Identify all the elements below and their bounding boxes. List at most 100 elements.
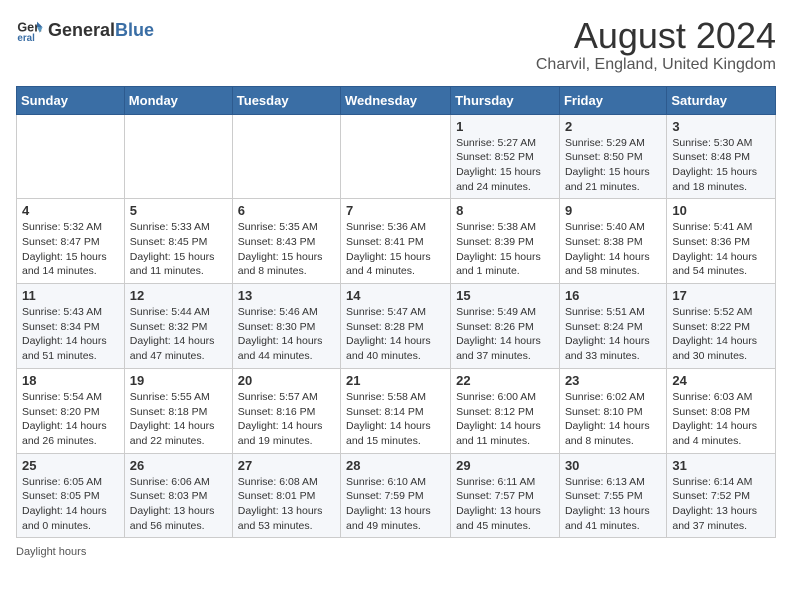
calendar-cell: 12 Sunrise: 5:44 AM Sunset: 8:32 PM Dayli… [124, 284, 232, 369]
day-number: 5 [130, 203, 227, 218]
day-number: 29 [456, 458, 554, 473]
day-number: 20 [238, 373, 335, 388]
day-info: Sunrise: 5:54 AM Sunset: 8:20 PM Dayligh… [22, 390, 119, 449]
day-info: Sunrise: 5:29 AM Sunset: 8:50 PM Dayligh… [565, 136, 661, 195]
day-info: Sunrise: 5:38 AM Sunset: 8:39 PM Dayligh… [456, 220, 554, 279]
day-info: Sunrise: 5:58 AM Sunset: 8:14 PM Dayligh… [346, 390, 445, 449]
day-number: 24 [672, 373, 770, 388]
day-info: Sunrise: 6:13 AM Sunset: 7:55 PM Dayligh… [565, 475, 661, 534]
day-info: Sunrise: 5:51 AM Sunset: 8:24 PM Dayligh… [565, 305, 661, 364]
day-number: 7 [346, 203, 445, 218]
title-area: August 2024 Charvil, England, United Kin… [536, 16, 776, 74]
weekday-header-monday: Monday [124, 86, 232, 114]
weekday-header-tuesday: Tuesday [232, 86, 340, 114]
calendar-cell: 10 Sunrise: 5:41 AM Sunset: 8:36 PM Dayli… [667, 199, 776, 284]
day-number: 4 [22, 203, 119, 218]
day-number: 31 [672, 458, 770, 473]
day-number: 22 [456, 373, 554, 388]
day-info: Sunrise: 6:05 AM Sunset: 8:05 PM Dayligh… [22, 475, 119, 534]
day-info: Sunrise: 5:36 AM Sunset: 8:41 PM Dayligh… [346, 220, 445, 279]
day-number: 9 [565, 203, 661, 218]
calendar-cell: 15 Sunrise: 5:49 AM Sunset: 8:26 PM Dayli… [451, 284, 560, 369]
day-number: 25 [22, 458, 119, 473]
day-info: Sunrise: 6:11 AM Sunset: 7:57 PM Dayligh… [456, 475, 554, 534]
calendar-cell [124, 114, 232, 199]
day-info: Sunrise: 6:03 AM Sunset: 8:08 PM Dayligh… [672, 390, 770, 449]
day-number: 12 [130, 288, 227, 303]
day-info: Sunrise: 6:06 AM Sunset: 8:03 PM Dayligh… [130, 475, 227, 534]
calendar-cell: 3 Sunrise: 5:30 AM Sunset: 8:48 PM Daylig… [667, 114, 776, 199]
day-info: Sunrise: 6:00 AM Sunset: 8:12 PM Dayligh… [456, 390, 554, 449]
day-number: 10 [672, 203, 770, 218]
day-number: 1 [456, 119, 554, 134]
day-number: 8 [456, 203, 554, 218]
day-number: 21 [346, 373, 445, 388]
day-number: 19 [130, 373, 227, 388]
day-info: Sunrise: 6:08 AM Sunset: 8:01 PM Dayligh… [238, 475, 335, 534]
day-number: 17 [672, 288, 770, 303]
day-number: 16 [565, 288, 661, 303]
day-number: 26 [130, 458, 227, 473]
calendar-cell [341, 114, 451, 199]
day-number: 2 [565, 119, 661, 134]
calendar-cell: 27 Sunrise: 6:08 AM Sunset: 8:01 PM Dayli… [232, 453, 340, 538]
weekday-header-saturday: Saturday [667, 86, 776, 114]
calendar-cell: 25 Sunrise: 6:05 AM Sunset: 8:05 PM Dayli… [17, 453, 125, 538]
calendar-cell: 7 Sunrise: 5:36 AM Sunset: 8:41 PM Daylig… [341, 199, 451, 284]
calendar-cell: 19Sunrise: 5:55 AM Sunset: 8:18 PM Dayli… [124, 368, 232, 453]
day-info: Sunrise: 6:10 AM Sunset: 7:59 PM Dayligh… [346, 475, 445, 534]
logo-icon: Gen eral [16, 16, 44, 44]
day-number: 13 [238, 288, 335, 303]
calendar-cell: 23Sunrise: 6:02 AM Sunset: 8:10 PM Dayli… [559, 368, 666, 453]
footer-note: Daylight hours [16, 546, 776, 558]
calendar-cell: 6Sunrise: 5:35 AM Sunset: 8:43 PM Daylig… [232, 199, 340, 284]
day-info: Sunrise: 5:27 AM Sunset: 8:52 PM Dayligh… [456, 136, 554, 195]
subtitle: Charvil, England, United Kingdom [536, 56, 776, 74]
day-number: 18 [22, 373, 119, 388]
day-number: 27 [238, 458, 335, 473]
day-info: Sunrise: 5:43 AM Sunset: 8:34 PM Dayligh… [22, 305, 119, 364]
calendar-cell: 28 Sunrise: 6:10 AM Sunset: 7:59 PM Dayli… [341, 453, 451, 538]
day-info: Sunrise: 5:49 AM Sunset: 8:26 PM Dayligh… [456, 305, 554, 364]
day-info: Sunrise: 5:41 AM Sunset: 8:36 PM Dayligh… [672, 220, 770, 279]
header: Gen eral GeneralBlue August 2024 Charvil… [16, 16, 776, 74]
calendar-cell: 11 Sunrise: 5:43 AM Sunset: 8:34 PM Dayli… [17, 284, 125, 369]
day-info: Sunrise: 5:46 AM Sunset: 8:30 PM Dayligh… [238, 305, 335, 364]
day-number: 30 [565, 458, 661, 473]
calendar-cell [17, 114, 125, 199]
calendar-cell: 17 Sunrise: 5:52 AM Sunset: 8:22 PM Dayli… [667, 284, 776, 369]
logo-general-text: General [48, 20, 115, 41]
day-number: 11 [22, 288, 119, 303]
calendar-cell: 13 Sunrise: 5:46 AM Sunset: 8:30 PM Dayli… [232, 284, 340, 369]
weekday-header-thursday: Thursday [451, 86, 560, 114]
day-info: Sunrise: 5:52 AM Sunset: 8:22 PM Dayligh… [672, 305, 770, 364]
weekday-header-sunday: Sunday [17, 86, 125, 114]
logo: Gen eral GeneralBlue [16, 16, 154, 44]
calendar-cell: 18 Sunrise: 5:54 AM Sunset: 8:20 PM Dayli… [17, 368, 125, 453]
calendar-cell [232, 114, 340, 199]
day-info: Sunrise: 5:57 AM Sunset: 8:16 PM Dayligh… [238, 390, 335, 449]
day-number: 28 [346, 458, 445, 473]
calendar-cell: 8 Sunrise: 5:38 AM Sunset: 8:39 PM Daylig… [451, 199, 560, 284]
calendar-cell: 14 Sunrise: 5:47 AM Sunset: 8:28 PM Dayli… [341, 284, 451, 369]
calendar-cell: 5 Sunrise: 5:33 AM Sunset: 8:45 PM Daylig… [124, 199, 232, 284]
weekday-header-friday: Friday [559, 86, 666, 114]
day-info: Sunrise: 6:14 AM Sunset: 7:52 PM Dayligh… [672, 475, 770, 534]
weekday-header-wednesday: Wednesday [341, 86, 451, 114]
calendar-cell: 21 Sunrise: 5:58 AM Sunset: 8:14 PM Dayli… [341, 368, 451, 453]
day-number: 15 [456, 288, 554, 303]
main-title: August 2024 [536, 16, 776, 56]
calendar-cell: 30 Sunrise: 6:13 AM Sunset: 7:55 PM Dayli… [559, 453, 666, 538]
day-number: 3 [672, 119, 770, 134]
calendar-cell: 9 Sunrise: 5:40 AM Sunset: 8:38 PM Daylig… [559, 199, 666, 284]
svg-text:eral: eral [17, 33, 35, 44]
day-info: Sunrise: 5:40 AM Sunset: 8:38 PM Dayligh… [565, 220, 661, 279]
day-info: Sunrise: 5:33 AM Sunset: 8:45 PM Dayligh… [130, 220, 227, 279]
calendar-cell: 22 Sunrise: 6:00 AM Sunset: 8:12 PM Dayli… [451, 368, 560, 453]
day-info: Sunrise: 5:44 AM Sunset: 8:32 PM Dayligh… [130, 305, 227, 364]
calendar-cell: 20 Sunrise: 5:57 AM Sunset: 8:16 PM Dayli… [232, 368, 340, 453]
day-info: Sunrise: 5:30 AM Sunset: 8:48 PM Dayligh… [672, 136, 770, 195]
day-info: Sunrise: 5:47 AM Sunset: 8:28 PM Dayligh… [346, 305, 445, 364]
day-number: 14 [346, 288, 445, 303]
calendar-cell: 16 Sunrise: 5:51 AM Sunset: 8:24 PM Dayli… [559, 284, 666, 369]
